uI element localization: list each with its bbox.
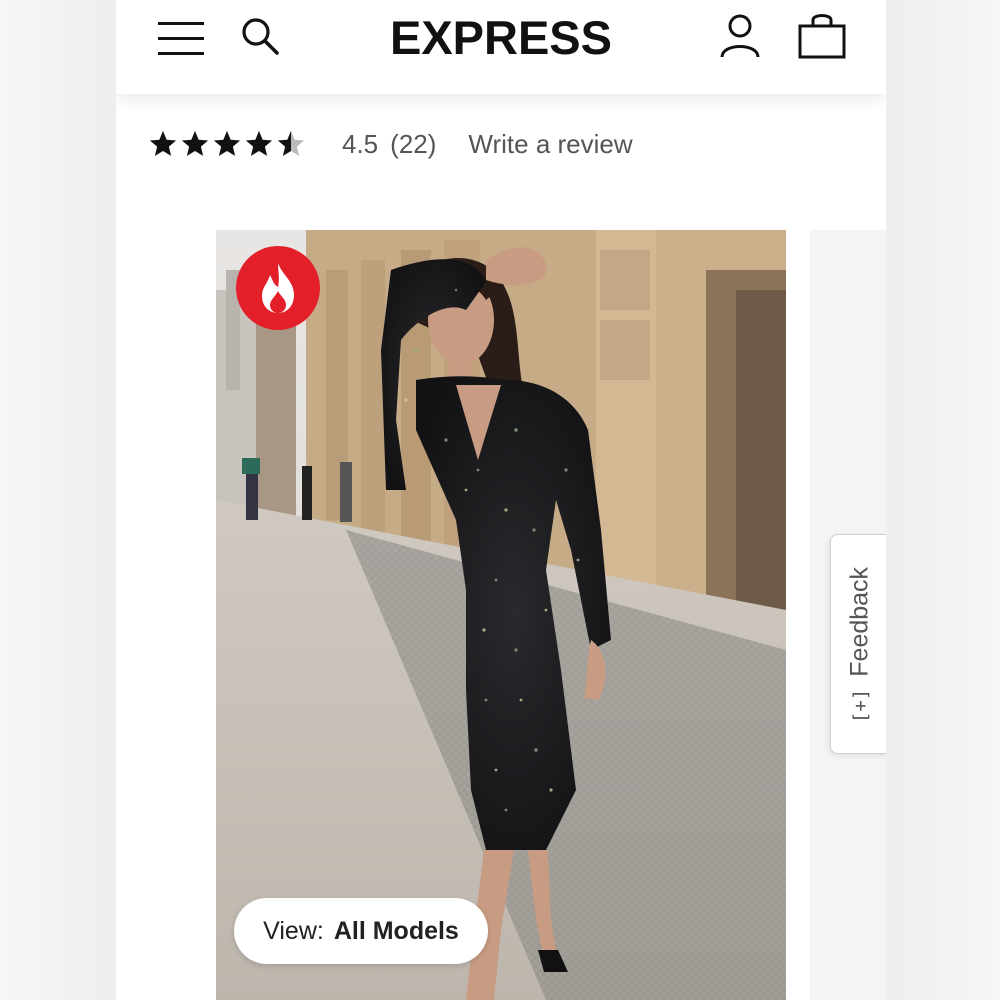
right-margin — [886, 0, 1000, 1000]
feedback-label: Feedback — [845, 566, 874, 677]
feedback-content: [+] Feedback — [846, 567, 875, 723]
star-half-icon — [277, 130, 305, 156]
star-full-icon — [149, 130, 177, 156]
write-review-link[interactable]: Write a review — [468, 129, 632, 160]
view-label: View: — [263, 916, 324, 945]
mobile-viewport: EXPRESS 4.5 (22) Write a review View: Al… — [116, 0, 886, 1000]
star-full-icon — [213, 130, 241, 156]
shopping-bag-icon[interactable] — [796, 12, 848, 60]
star-rating — [148, 124, 308, 164]
rating-value: 4.5 — [342, 128, 379, 159]
trending-badge — [236, 246, 320, 330]
page: EXPRESS 4.5 (22) Write a review View: Al… — [0, 0, 1000, 1000]
brand-logo[interactable]: EXPRESS — [116, 10, 886, 65]
product-rating: 4.5 (22) Write a review — [148, 122, 848, 166]
feedback-plus-icon: [+] — [849, 688, 871, 724]
product-photo[interactable]: View: All Models — [216, 230, 786, 1000]
review-count[interactable]: (22) — [390, 129, 436, 160]
model-photo-illustration — [216, 230, 786, 1000]
site-header: EXPRESS — [116, 0, 886, 94]
feedback-tab[interactable]: [+] Feedback — [830, 534, 886, 754]
view-value: All Models — [333, 916, 459, 945]
view-models-button[interactable]: View: All Models — [234, 898, 488, 964]
star-full-icon — [245, 130, 273, 156]
left-margin — [0, 0, 116, 1000]
flame-icon — [262, 263, 294, 313]
account-icon[interactable] — [718, 13, 762, 59]
star-full-icon — [181, 130, 209, 156]
